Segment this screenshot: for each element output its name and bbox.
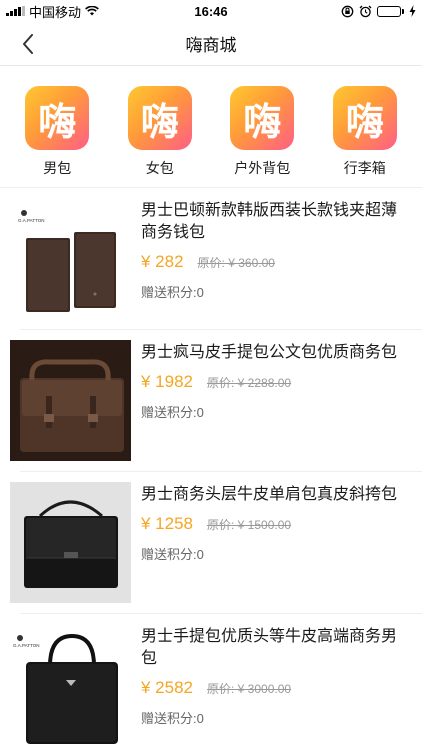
product-info: 男士手提包优质头等牛皮高端商务男包 ¥ 2582 原价: ¥ 3000.00 赠… [141,624,412,750]
category-label: 行李箱 [343,160,386,176]
product-price: ¥ 2582 [141,678,193,697]
product-title: 男士手提包优质头等牛皮高端商务男包 [141,628,398,667]
signal-icon [6,6,25,16]
category-label: 女包 [145,160,174,176]
price-row: ¥ 1982 原价: ¥ 2288.00 [141,372,412,392]
product-item[interactable]: G.A.PATTON 男士手提包优质头等牛皮高端商务男包 ¥ 2582 原价: … [0,614,422,750]
battery-icon [377,5,404,17]
category-item-luggage[interactable]: 嗨 行李箱 [325,86,405,187]
product-item[interactable]: 男士商务头层牛皮单肩包真皮斜挎包 ¥ 1258 原价: ¥ 1500.00 赠送… [0,472,422,613]
brand-logo-text: G.A.PATTON [13,643,40,648]
product-info: 男士巴顿新款韩版西装长款钱夹超薄商务钱包 ¥ 282 原价: ¥ 360.00 … [141,198,412,329]
reward-points: 赠送积分:0 [141,547,204,562]
reward-points: 赠送积分:0 [141,711,204,726]
category-grid: 嗨 男包 嗨 女包 嗨 户外背包 嗨 行李箱 [0,66,422,188]
product-image-wallet: G.A.PATTON [10,198,131,319]
original-price: 原价: ¥ 1500.00 [207,518,292,532]
category-item-outdoor-backpacks[interactable]: 嗨 户外背包 [222,86,302,187]
page-title: 嗨商城 [185,36,237,55]
product-image-handbag: G.A.PATTON [10,624,131,745]
status-left: 中国移动 [6,2,99,21]
category-item-mens-bags[interactable]: 嗨 男包 [17,86,97,187]
product-price: ¥ 1982 [141,372,193,391]
reward-points: 赠送积分:0 [141,405,204,420]
status-bar: 中国移动 16:46 [0,0,422,22]
back-button[interactable] [14,30,42,58]
product-info: 男士商务头层牛皮单肩包真皮斜挎包 ¥ 1258 原价: ¥ 1500.00 赠送… [141,482,412,613]
category-item-womens-bags[interactable]: 嗨 女包 [120,86,200,187]
product-item[interactable]: G.A.PATTON 男士巴顿新款韩版西装长款钱夹超薄商务钱包 ¥ 282 原价… [0,188,422,329]
original-price: 原价: ¥ 360.00 [197,256,275,270]
product-item[interactable]: 男士疯马皮手提包公文包优质商务包 ¥ 1982 原价: ¥ 2288.00 赠送… [0,330,422,471]
product-image-briefcase [10,340,131,461]
price-row: ¥ 2582 原价: ¥ 3000.00 [141,678,412,698]
price-row: ¥ 1258 原价: ¥ 1500.00 [141,514,412,534]
product-list: G.A.PATTON 男士巴顿新款韩版西装长款钱夹超薄商务钱包 ¥ 282 原价… [0,188,422,750]
original-price: 原价: ¥ 3000.00 [207,682,292,696]
category-label: 男包 [43,160,72,176]
nav-bar: 嗨商城 [0,22,422,66]
alarm-icon [359,5,372,17]
chevron-left-icon [23,34,33,54]
hai-logo-icon: 嗨 [127,86,192,150]
product-image-messenger-bag [10,482,131,603]
product-price: ¥ 282 [141,252,184,271]
original-price: 原价: ¥ 2288.00 [207,376,292,390]
reward-points: 赠送积分:0 [141,285,204,300]
wifi-icon [85,6,99,16]
price-row: ¥ 282 原价: ¥ 360.00 [141,252,412,272]
product-title: 男士疯马皮手提包公文包优质商务包 [141,344,398,361]
carrier-label: 中国移动 [29,4,82,20]
product-title: 男士巴顿新款韩版西装长款钱夹超薄商务钱包 [141,202,398,241]
brand-logo-text: G.A.PATTON [18,218,45,223]
hai-logo-icon: 嗨 [25,86,90,150]
product-info: 男士疯马皮手提包公文包优质商务包 ¥ 1982 原价: ¥ 2288.00 赠送… [141,340,412,471]
product-price: ¥ 1258 [141,514,193,533]
hai-logo-icon: 嗨 [230,86,295,150]
category-label: 户外背包 [234,160,291,176]
status-right [341,5,416,18]
hai-logo-icon: 嗨 [332,86,397,150]
product-title: 男士商务头层牛皮单肩包真皮斜挎包 [141,486,398,503]
charging-icon [409,5,416,17]
rotation-lock-icon [341,5,354,17]
